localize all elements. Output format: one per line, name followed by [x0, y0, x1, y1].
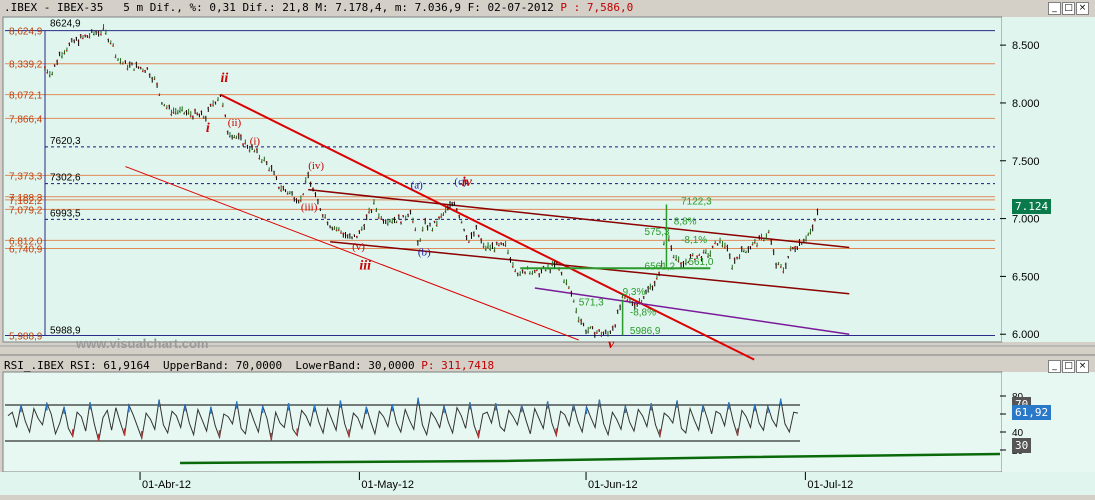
header-dif-label: Dif. — [149, 1, 177, 14]
measure-annotation: -8,8% — [630, 308, 656, 319]
y-tick-label: 7.500 — [1012, 156, 1040, 168]
wave-label: (iii) — [301, 201, 318, 213]
measure-annotation: 8,8% — [674, 216, 697, 227]
header-min: m: 7.036,9 — [394, 1, 462, 14]
price-axis-area — [1002, 17, 1095, 342]
y-tick-label: 6.500 — [1012, 271, 1040, 283]
fib-label: 8,624,9 — [9, 27, 43, 38]
wave-label: (ii) — [228, 117, 242, 129]
wave-label: (b) — [418, 247, 431, 259]
rsi-header: RSI_.IBEX RSI: 61,9164 UpperBand: 70,000… — [4, 359, 494, 372]
measure-annotation: 9,3% — [623, 287, 646, 298]
x-tick-label: 01-Abr-12 — [142, 479, 191, 491]
rsi-header-price: P: 311,7418 — [421, 359, 495, 372]
header-symbol: .IBEX — [4, 1, 38, 14]
chart-window: 8,624,9 8,339,2 8,072,1 7,866,4 7,373,3 7,188… — [0, 0, 1095, 495]
fib-label: 8,339,2 — [9, 60, 43, 71]
measure-annotation: -8,1% — [681, 235, 707, 246]
dashed-level-label: 6993,5 — [50, 208, 81, 219]
bottom-price-label: 5988,9 — [50, 326, 81, 337]
rsi-minimize-button[interactable]: _ — [1048, 360, 1061, 373]
x-tick-label: 01-Jun-12 — [588, 479, 638, 491]
main-header: .IBEX - IBEX-35 5 m Dif., %: 0,31 Dif.: … — [4, 1, 634, 14]
wave-label: i — [206, 121, 210, 136]
fib-label: 7,866,4 — [9, 114, 43, 125]
header-dif-abs: Dif.: 21,8 — [242, 1, 309, 14]
y-tick-label: 8.000 — [1012, 98, 1040, 110]
wave-label: (v) — [352, 241, 365, 253]
top-price-label: 8624,9 — [50, 19, 81, 30]
rsi-value-badge: 61,92 — [1012, 405, 1052, 420]
header-date: F: 02-07-2012 — [467, 1, 554, 14]
measure-annotation: 571,3 — [579, 297, 604, 308]
fib-label: 7,373,3 — [9, 171, 43, 182]
maximize-button[interactable]: □ — [1062, 2, 1075, 15]
measure-annotation: 5986,9 — [630, 326, 661, 337]
measure-annotation: 7122,3 — [681, 197, 712, 208]
header-max: M: 7.178,4 — [315, 1, 382, 14]
rsi-header-text: RSI_.IBEX RSI: 61,9164 UpperBand: 70,000… — [4, 359, 415, 372]
fib-label: 6,740,9 — [9, 245, 43, 256]
dashed-level-label: 7302,6 — [50, 173, 81, 184]
wave-label: iv — [462, 175, 473, 190]
rsi-maximize-button[interactable]: □ — [1062, 360, 1075, 373]
rsi-lower-badge: 30 — [1012, 438, 1032, 453]
header-name: IBEX-35 — [57, 1, 104, 14]
last-price-badge: 7.124 — [1012, 199, 1052, 214]
fib-label: 7,079,2 — [9, 205, 43, 216]
y-tick-label: 7.000 — [1012, 214, 1040, 226]
close-button[interactable]: × — [1076, 2, 1089, 15]
measure-annotation: 561,0 — [688, 257, 713, 268]
wave-label: (a) — [411, 180, 424, 192]
y-tick-label: 8.500 — [1012, 40, 1040, 52]
watermark: www.visualchart.com — [75, 336, 208, 351]
rsi-axis-area — [1002, 372, 1095, 472]
y-tick-label: 6.000 — [1012, 329, 1040, 341]
minimize-button[interactable]: _ — [1048, 2, 1061, 15]
rsi-close-button[interactable]: × — [1076, 360, 1089, 373]
wave-label: iii — [359, 258, 371, 273]
fib-label: 5,988,9 — [9, 332, 43, 343]
measure-annotation: 6561,2 — [645, 261, 676, 272]
x-tick-label: 01-May-12 — [361, 479, 414, 491]
header-dif-pct: %: 0,31 — [189, 1, 236, 14]
header-interval: 5 m — [123, 1, 144, 14]
wave-label: (iv) — [308, 160, 324, 172]
wave-label: v — [608, 337, 615, 352]
x-tick-label: 01-Jul-12 — [807, 479, 853, 491]
fib-label: 8,072,1 — [9, 91, 43, 102]
wave-label: ii — [220, 71, 228, 86]
chart-canvas: 8,624,98,339,28,072,17,866,47,373,37,188… — [0, 0, 1095, 495]
dashed-level-label: 7620,3 — [50, 136, 81, 147]
wave-label: (i) — [250, 136, 261, 148]
price-plot-area[interactable] — [2, 16, 1003, 343]
header-price: P : 7,586,0 — [560, 1, 634, 14]
